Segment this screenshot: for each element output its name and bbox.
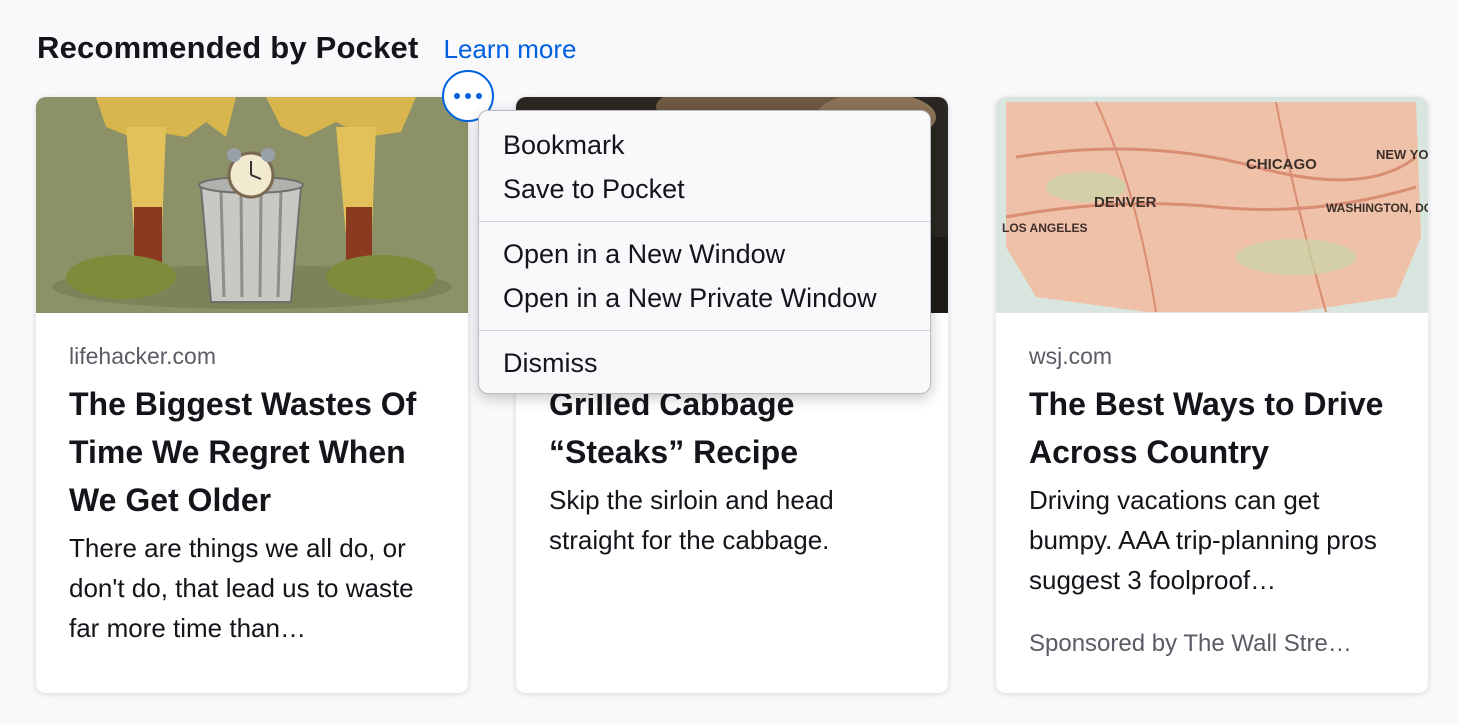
card-excerpt: Skip the sirloin and head straight for t… [549, 485, 834, 555]
map-label-washington: WASHINGTON, DC. [1326, 201, 1428, 215]
ellipsis-icon [454, 93, 482, 99]
map-label-chicago: CHICAGO [1246, 156, 1317, 173]
menu-item-dismiss[interactable]: Dismiss [479, 341, 930, 385]
story-card-wsj-sponsored[interactable]: CHICAGO NEW YORK DENVER LOS ANGELES WASH… [996, 97, 1428, 693]
illustrated-usa-map-image: CHICAGO NEW YORK DENVER LOS ANGELES WASH… [996, 97, 1428, 313]
card-source: lifehacker.com [69, 343, 217, 369]
section-header: Recommended by Pocket Learn more [37, 30, 576, 66]
sponsor-label: Sponsored by The Wall Stre… [1029, 630, 1352, 657]
pocket-recommendations-section: Recommended by Pocket Learn more lifehac… [0, 0, 1458, 724]
menu-item-bookmark[interactable]: Bookmark [479, 123, 930, 167]
menu-item-open-new-window[interactable]: Open in a New Window [479, 232, 930, 276]
menu-separator [479, 330, 930, 331]
learn-more-link[interactable]: Learn more [443, 34, 576, 65]
menu-item-open-private-window[interactable]: Open in a New Private Window [479, 276, 930, 320]
map-label-new-york: NEW YORK [1376, 147, 1428, 162]
map-label-denver: DENVER [1094, 194, 1157, 211]
map-label-los-angeles: LOS ANGELES [1002, 221, 1088, 235]
card-headline: The Biggest Wastes Of Time We Regret Whe… [69, 386, 417, 518]
card-excerpt: Driving vacations can get bumpy. AAA tri… [1029, 485, 1377, 595]
legs-trash-can-clock-image [36, 97, 468, 313]
card-thumbnail: CHICAGO NEW YORK DENVER LOS ANGELES WASH… [996, 97, 1428, 313]
menu-separator [479, 221, 930, 222]
card-context-menu: Bookmark Save to Pocket Open in a New Wi… [478, 110, 931, 394]
story-card-lifehacker[interactable]: lifehacker.com The Biggest Wastes Of Tim… [36, 97, 468, 693]
card-headline: Grilled Cabbage “Steaks” Recipe [549, 386, 799, 470]
section-title: Recommended by Pocket [37, 30, 419, 65]
card-headline: The Best Ways to Drive Across Country [1029, 386, 1384, 470]
card-source: wsj.com [1029, 343, 1113, 369]
card-excerpt: There are things we all do, or don't do,… [69, 533, 414, 643]
menu-item-save-to-pocket[interactable]: Save to Pocket [479, 167, 930, 211]
card-thumbnail [36, 97, 468, 313]
